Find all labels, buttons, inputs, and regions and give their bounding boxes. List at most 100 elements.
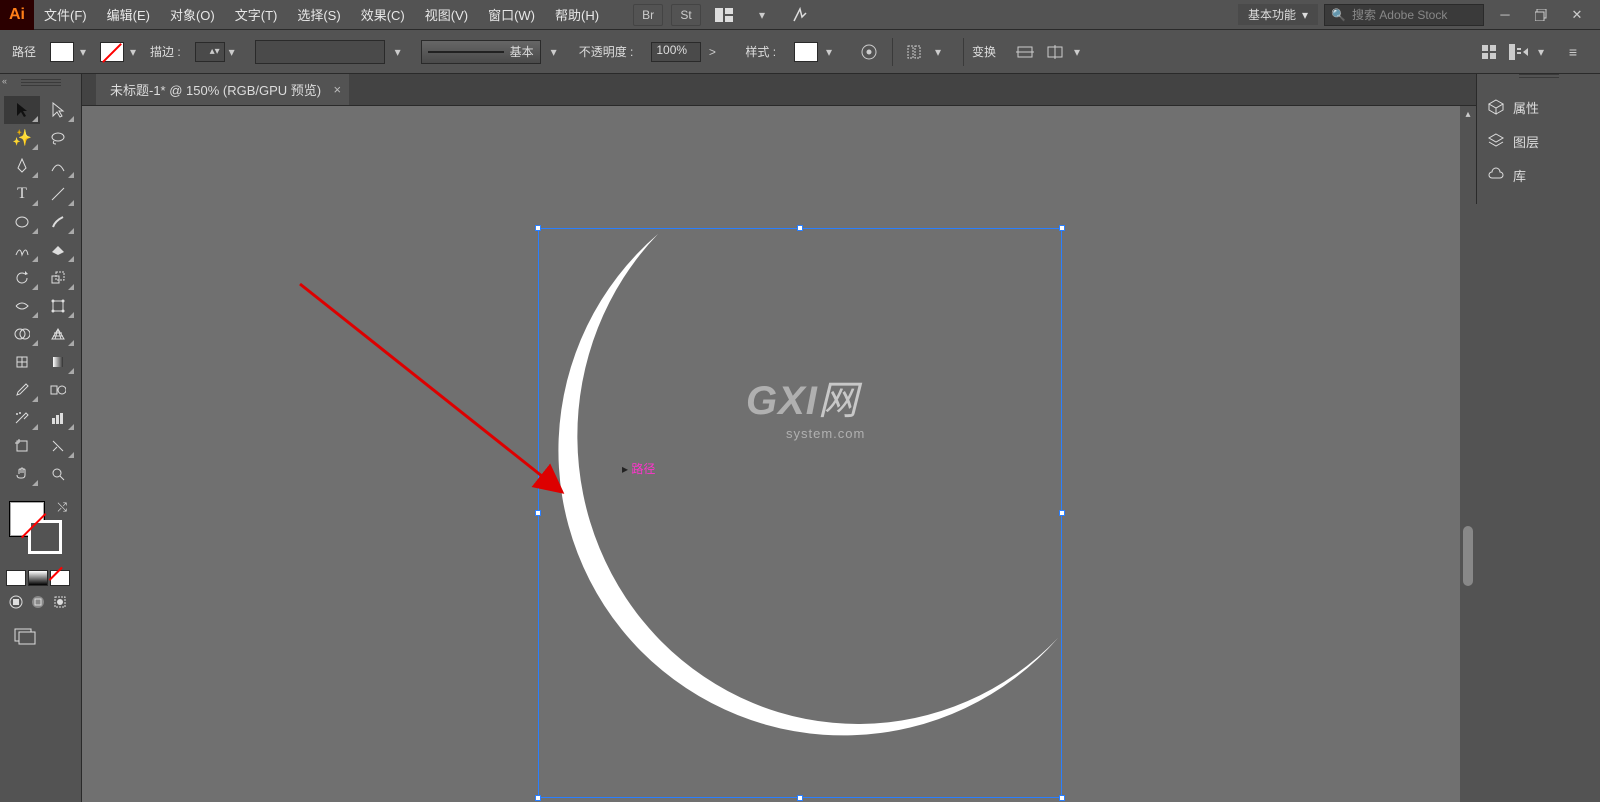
magic-wand-tool-icon[interactable]: ✨ xyxy=(4,124,40,152)
align-button-icon[interactable] xyxy=(903,41,929,63)
panel-menu-icon[interactable]: ≡ xyxy=(1560,41,1586,63)
stroke-dropdown-icon[interactable]: ▾ xyxy=(126,42,140,62)
lasso-tool-icon[interactable] xyxy=(40,124,76,152)
brush-dropdown-icon[interactable]: ▾ xyxy=(547,42,561,62)
menu-file[interactable]: 文件(F) xyxy=(34,0,97,29)
artboard-tool-icon[interactable] xyxy=(4,432,40,460)
style-dropdown-icon[interactable]: ▾ xyxy=(822,42,836,62)
window-close-icon[interactable]: ✕ xyxy=(1562,4,1592,26)
stock-icon[interactable]: St xyxy=(671,4,701,26)
menu-object[interactable]: 对象(O) xyxy=(160,0,225,29)
brush-definition[interactable]: 基本 xyxy=(421,40,541,64)
menu-help[interactable]: 帮助(H) xyxy=(545,0,609,29)
mesh-tool-icon[interactable] xyxy=(4,348,40,376)
resize-handle-ml[interactable] xyxy=(535,510,541,516)
edit-mode-icon[interactable] xyxy=(1506,41,1532,63)
menu-window[interactable]: 窗口(W) xyxy=(478,0,545,29)
resize-handle-bl[interactable] xyxy=(535,795,541,801)
toolbox-stroke-swatch[interactable] xyxy=(28,520,62,554)
screen-mode-icon[interactable] xyxy=(12,627,69,652)
symbol-sprayer-tool-icon[interactable] xyxy=(4,404,40,432)
menu-select[interactable]: 选择(S) xyxy=(287,0,350,29)
pen-tool-icon[interactable] xyxy=(4,152,40,180)
stroke-weight-input[interactable]: ▴▾ xyxy=(195,42,225,62)
ellipse-tool-icon[interactable] xyxy=(4,208,40,236)
style-swatch[interactable] xyxy=(794,42,818,62)
column-graph-tool-icon[interactable] xyxy=(40,404,76,432)
resize-handle-bm[interactable] xyxy=(797,795,803,801)
direct-selection-tool-icon[interactable] xyxy=(40,96,76,124)
selection-bounding-box[interactable] xyxy=(538,228,1062,798)
color-mode-gradient[interactable] xyxy=(28,570,48,586)
type-tool-icon[interactable]: T xyxy=(4,180,40,208)
panel-layers[interactable]: 图层 xyxy=(1477,124,1600,158)
color-mode-solid[interactable] xyxy=(6,570,26,586)
opacity-dropdown-icon[interactable]: > xyxy=(705,42,719,62)
menu-type[interactable]: 文字(T) xyxy=(225,0,288,29)
window-restore-icon[interactable] xyxy=(1526,4,1556,26)
free-transform-tool-icon[interactable] xyxy=(40,292,76,320)
vertical-scrollbar[interactable]: ▴ xyxy=(1460,106,1476,802)
selection-tool-icon[interactable] xyxy=(4,96,40,124)
color-mode-none[interactable] xyxy=(50,570,70,586)
close-tab-icon[interactable]: × xyxy=(334,82,342,97)
scrollbar-thumb[interactable] xyxy=(1463,526,1473,586)
stroke-weight-dropdown-icon[interactable]: ▾ xyxy=(225,42,239,62)
toolbox-grip[interactable]: « xyxy=(0,74,81,92)
arrange-docs-icon[interactable] xyxy=(709,4,739,26)
shaper-tool-icon[interactable] xyxy=(4,236,40,264)
hand-tool-icon[interactable] xyxy=(4,460,40,488)
panel-grip[interactable] xyxy=(1477,74,1600,90)
draw-inside-icon[interactable] xyxy=(52,594,68,613)
fill-dropdown-icon[interactable]: ▾ xyxy=(76,42,90,62)
draw-normal-icon[interactable] xyxy=(8,594,24,613)
draw-behind-icon[interactable] xyxy=(30,594,46,613)
workspace-switcher[interactable]: 基本功能 ▾ xyxy=(1238,4,1318,25)
stepper-icon[interactable]: ▴▾ xyxy=(210,46,220,57)
slice-tool-icon[interactable] xyxy=(40,432,76,460)
panel-libraries[interactable]: 库 xyxy=(1477,158,1600,192)
align-dropdown-icon[interactable]: ▾ xyxy=(931,42,945,62)
menu-edit[interactable]: 编辑(E) xyxy=(97,0,160,29)
menu-view[interactable]: 视图(V) xyxy=(415,0,478,29)
search-stock-input[interactable]: 🔍 搜索 Adobe Stock xyxy=(1324,4,1484,26)
profile-dropdown-icon[interactable]: ▾ xyxy=(391,42,405,62)
shape-width-icon[interactable] xyxy=(1012,41,1038,63)
eyedropper-tool-icon[interactable] xyxy=(4,376,40,404)
menu-effect[interactable]: 效果(C) xyxy=(351,0,415,29)
zoom-tool-icon[interactable] xyxy=(40,460,76,488)
gpu-icon[interactable] xyxy=(785,4,815,26)
window-min-icon[interactable]: ─ xyxy=(1490,4,1520,26)
recolor-artwork-icon[interactable] xyxy=(856,41,882,63)
isolate-mode-icon[interactable] xyxy=(1476,41,1502,63)
perspective-grid-tool-icon[interactable] xyxy=(40,320,76,348)
gradient-tool-icon[interactable] xyxy=(40,348,76,376)
bridge-icon[interactable]: Br xyxy=(633,4,663,26)
blend-tool-icon[interactable] xyxy=(40,376,76,404)
arrange-drop-icon[interactable]: ▾ xyxy=(747,4,777,26)
swap-fill-stroke-icon[interactable]: ⤭ xyxy=(57,500,67,515)
canvas-area[interactable]: ▸ 路径 GXI网 system.com ▴ xyxy=(82,106,1476,802)
width-tool-icon[interactable] xyxy=(4,292,40,320)
resize-handle-br[interactable] xyxy=(1059,795,1065,801)
line-tool-icon[interactable] xyxy=(40,180,76,208)
resize-handle-tr[interactable] xyxy=(1059,225,1065,231)
shape-height-icon[interactable] xyxy=(1042,41,1068,63)
fill-swatch[interactable] xyxy=(50,42,74,62)
resize-handle-mr[interactable] xyxy=(1059,510,1065,516)
shape-builder-tool-icon[interactable] xyxy=(4,320,40,348)
fill-stroke-swatches[interactable]: ⤭ xyxy=(4,498,77,558)
rotate-tool-icon[interactable] xyxy=(4,264,40,292)
paintbrush-tool-icon[interactable] xyxy=(40,208,76,236)
panel-properties[interactable]: 属性 xyxy=(1477,90,1600,124)
transform-dropdown-icon[interactable]: ▾ xyxy=(1070,42,1084,62)
var-width-profile[interactable] xyxy=(255,40,385,64)
resize-handle-tm[interactable] xyxy=(797,225,803,231)
stroke-swatch[interactable] xyxy=(100,42,124,62)
scroll-up-icon[interactable]: ▴ xyxy=(1465,106,1470,122)
collapse-icon[interactable]: « xyxy=(2,76,12,86)
eraser-tool-icon[interactable] xyxy=(40,236,76,264)
resize-handle-tl[interactable] xyxy=(535,225,541,231)
document-tab[interactable]: 未标题-1* @ 150% (RGB/GPU 预览) × xyxy=(96,74,349,105)
edit-mode-dropdown-icon[interactable]: ▾ xyxy=(1534,42,1548,62)
